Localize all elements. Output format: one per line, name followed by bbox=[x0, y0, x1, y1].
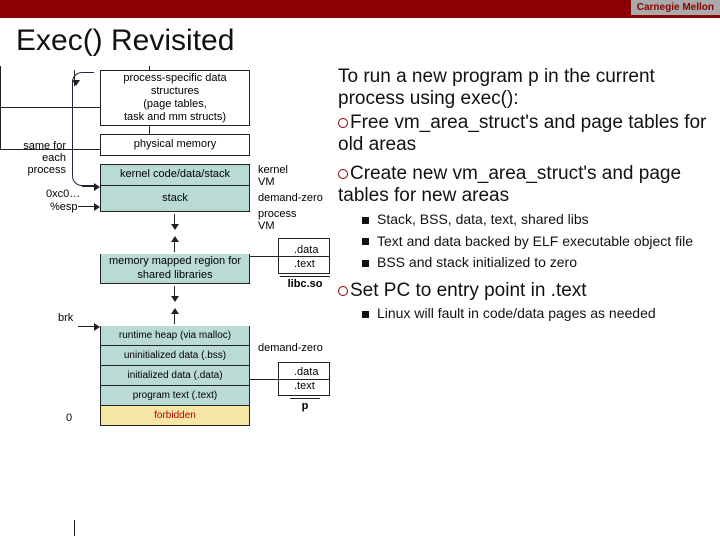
label-p-data: .data bbox=[294, 366, 318, 378]
slide-body: same for each process process-specific d… bbox=[0, 66, 720, 540]
bullet-1-text: Free vm_area_struct's and page tables fo… bbox=[338, 112, 706, 155]
arrow-libc bbox=[250, 256, 278, 257]
label-demand-zero-1: demand-zero bbox=[258, 192, 338, 204]
arrow-esp bbox=[78, 206, 98, 207]
sub-2-2: BSS and stack initialized to zero bbox=[338, 254, 708, 272]
arrow-down2-icon bbox=[174, 286, 175, 300]
square-bullet-icon bbox=[362, 260, 369, 267]
memory-diagram: same for each process process-specific d… bbox=[0, 66, 350, 540]
box-text: program text (.text) bbox=[100, 386, 250, 406]
same-for-each-label: same for each process bbox=[6, 140, 66, 176]
box-mmap: memory mapped region for shared librarie… bbox=[100, 254, 250, 284]
box-physical-memory: physical memory bbox=[100, 134, 250, 156]
sub-2-1-text: Text and data backed by ELF executable o… bbox=[377, 233, 693, 249]
sub-2-1: Text and data backed by ELF executable o… bbox=[338, 233, 708, 251]
sub-3-0-text: Linux will fault in code/data pages as n… bbox=[377, 305, 656, 321]
square-bullet-icon bbox=[362, 311, 369, 318]
label-esp: %esp bbox=[50, 201, 78, 213]
label-0xc0: 0xc0… bbox=[46, 188, 80, 200]
label-demand-zero-2: demand-zero bbox=[258, 342, 338, 354]
sub-2-0-text: Stack, BSS, data, text, shared libs bbox=[377, 211, 589, 227]
circle-bullet-icon bbox=[338, 286, 348, 296]
box-heap: runtime heap (via malloc) bbox=[100, 326, 250, 346]
page-title: Exec() Revisited bbox=[0, 18, 720, 66]
label-brk: brk bbox=[58, 312, 73, 324]
label-zero: 0 bbox=[66, 412, 72, 424]
square-bullet-icon bbox=[362, 238, 369, 245]
box-forbidden: forbidden bbox=[100, 406, 250, 426]
circle-bullet-icon bbox=[338, 169, 348, 179]
label-lib-text: .text bbox=[294, 258, 315, 270]
arrow-up2-icon bbox=[174, 310, 175, 324]
label-lib-data: .data bbox=[294, 244, 318, 256]
text-column: To run a new program p in the current pr… bbox=[338, 66, 714, 323]
sub-3-0: Linux will fault in code/data pages as n… bbox=[338, 305, 708, 323]
arrow-down-icon bbox=[174, 214, 175, 228]
bullet-2: Create new vm_area_struct's and page tab… bbox=[338, 163, 708, 207]
box-data: initialized data (.data) bbox=[100, 366, 250, 386]
lead-text: To run a new program p in the current pr… bbox=[338, 66, 708, 110]
box-stack: stack bbox=[100, 186, 250, 212]
box-process-specific: process-specific data structures (page t… bbox=[100, 70, 250, 126]
label-p-text: .text bbox=[294, 380, 315, 392]
bullet-3: Set PC to entry point in .text bbox=[338, 280, 708, 302]
box-bss: uninitialized data (.bss) bbox=[100, 346, 250, 366]
libc-divider bbox=[278, 256, 330, 257]
label-p: p bbox=[290, 398, 320, 412]
bullet-3-text: Set PC to entry point in .text bbox=[350, 280, 587, 301]
arrow-up-icon bbox=[174, 238, 175, 252]
label-process-vm: process VM bbox=[258, 208, 308, 232]
sub-2-2-text: BSS and stack initialized to zero bbox=[377, 254, 577, 270]
arrow-mmap-up bbox=[74, 520, 75, 536]
sub-2-0: Stack, BSS, data, text, shared libs bbox=[338, 211, 708, 229]
arrow-c0 bbox=[82, 186, 98, 187]
bullet-1: Free vm_area_struct's and page tables fo… bbox=[338, 112, 708, 156]
box-kernel: kernel code/data/stack bbox=[100, 164, 250, 186]
brand-label: Carnegie Mellon bbox=[631, 0, 720, 15]
label-libc: libc.so bbox=[280, 276, 330, 290]
bullet-2-text: Create new vm_area_struct's and page tab… bbox=[338, 163, 681, 206]
label-kernel-vm: kernel VM bbox=[258, 164, 298, 188]
arrow-brk bbox=[78, 326, 98, 327]
circle-bullet-icon bbox=[338, 118, 348, 128]
square-bullet-icon bbox=[362, 217, 369, 224]
arrow-p bbox=[250, 379, 278, 380]
brand-bar: Carnegie Mellon bbox=[0, 0, 720, 18]
